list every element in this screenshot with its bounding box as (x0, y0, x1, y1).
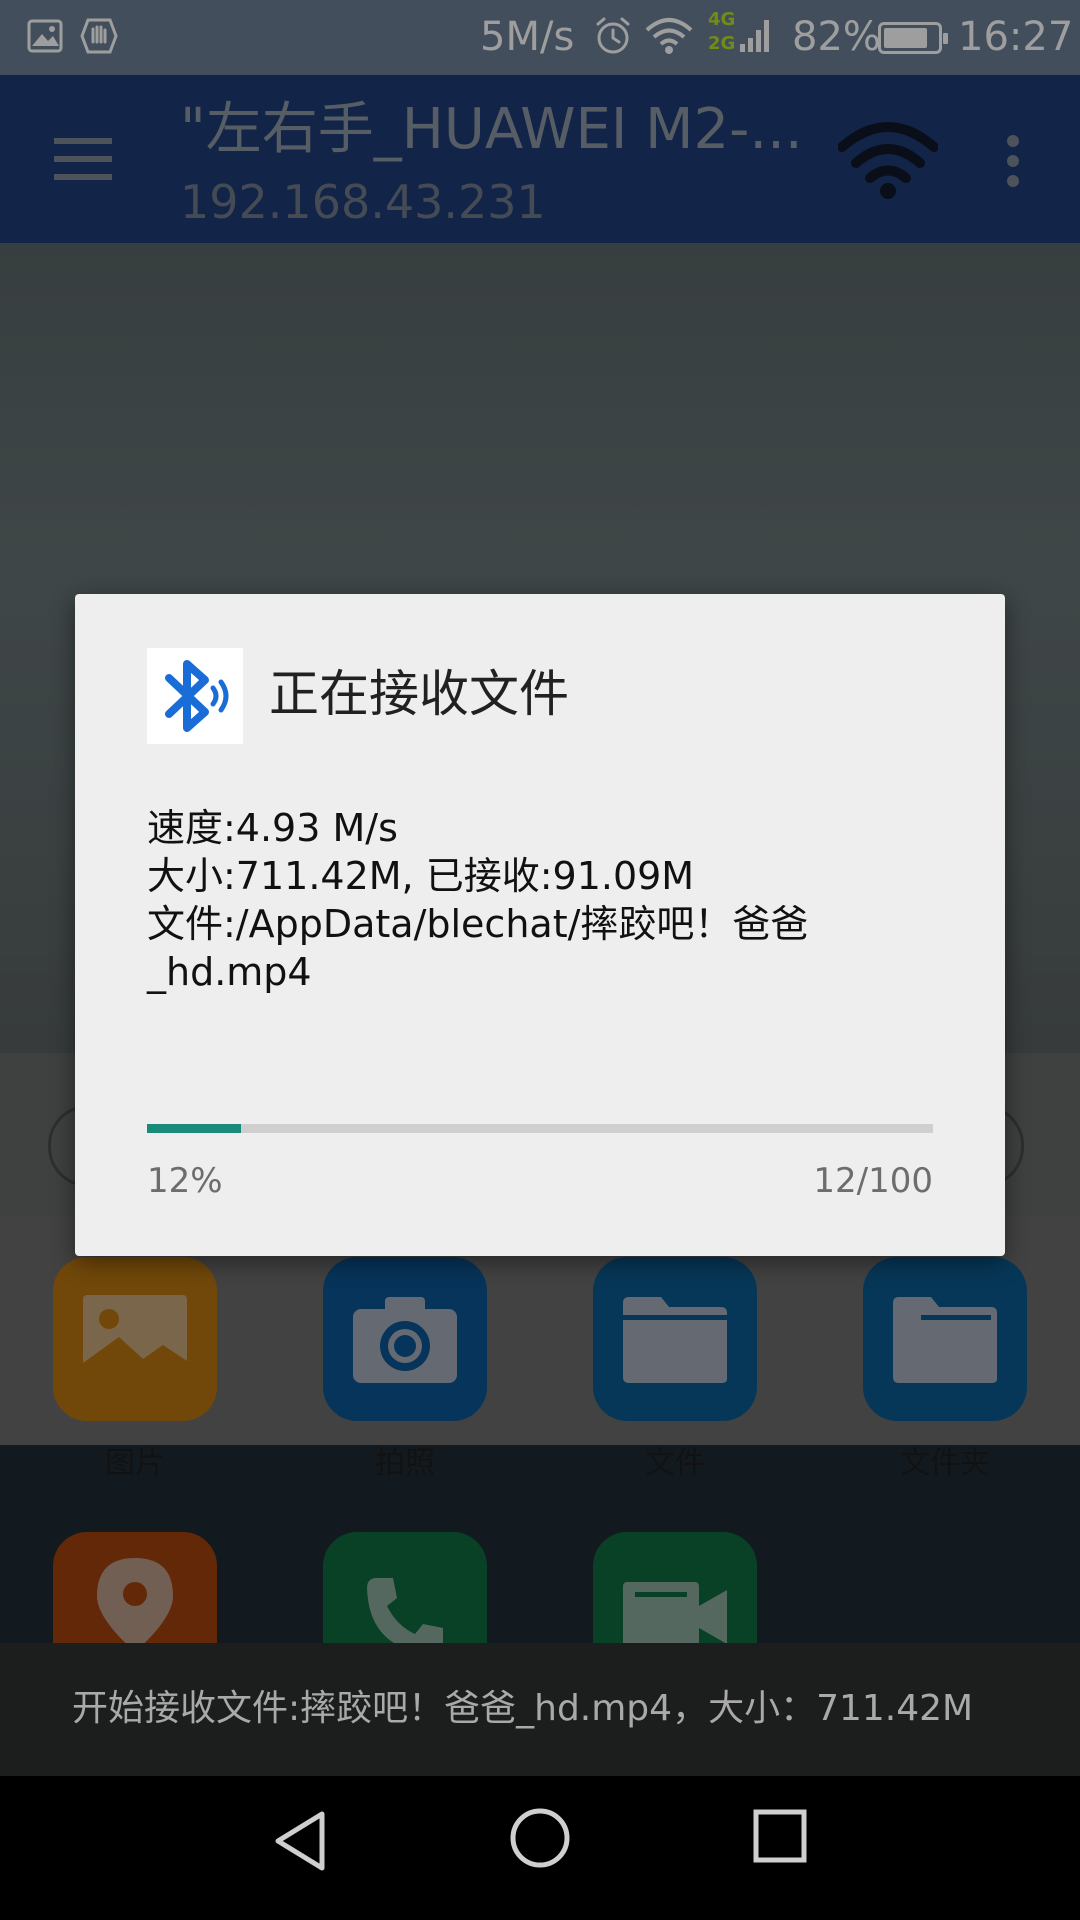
bluetooth-icon-container (147, 648, 243, 744)
navigation-bar (0, 1776, 1080, 1920)
size-text: 大小:711.42M, 已接收:91.09M (147, 854, 695, 898)
file-tile[interactable] (593, 1257, 757, 1421)
grid-label-folder: 文件夹 (900, 1446, 990, 1481)
folder-tile[interactable] (863, 1257, 1027, 1421)
dialog-title: 正在接收文件 (269, 665, 569, 723)
progress-bar (147, 1124, 933, 1133)
grid-label-image: 图片 (105, 1446, 165, 1481)
progress-fraction: 12/100 (813, 1161, 933, 1201)
battery-percent: 82% (792, 14, 881, 60)
progress-percent: 12% (147, 1161, 223, 1201)
network-speed: 5M/s (480, 14, 575, 60)
image-icon (83, 1295, 187, 1383)
device-ip: 192.168.43.231 (180, 175, 546, 229)
clock: 16:27 (958, 14, 1074, 60)
battery-icon (878, 22, 948, 54)
image-tile[interactable] (53, 1257, 217, 1421)
hand-icon (80, 18, 118, 54)
receiving-file-dialog: 正在接收文件 速度:4.93 M/s 大小:711.42M, 已接收:91.09… (75, 594, 1005, 1256)
phone-tile[interactable] (323, 1532, 487, 1643)
network-badge-4g: 4G (708, 9, 736, 30)
wifi-icon (645, 18, 693, 54)
progress-bar-fill (147, 1124, 242, 1133)
toast-text: 开始接收文件:摔跤吧！爸爸_hd.mp4，大小：711.42M (72, 1688, 974, 1729)
video-icon (623, 1582, 727, 1643)
wifi-icon[interactable] (838, 117, 938, 201)
back-icon[interactable] (270, 1808, 330, 1874)
network-badge-2g: 2G (708, 33, 736, 54)
signal-icon (740, 20, 769, 52)
folder-icon (893, 1297, 997, 1383)
toast-message: 开始接收文件:摔跤吧！爸爸_hd.mp4，大小：711.42M (0, 1643, 1080, 1776)
app-bar: "左右手_HUAWEI M2-... 192.168.43.231 (0, 75, 1080, 243)
recents-icon[interactable] (752, 1808, 808, 1864)
device-title: "左右手_HUAWEI M2-... (180, 97, 803, 162)
transfer-info: 速度:4.93 M/s 大小:711.42M, 已接收:91.09M 文件:/A… (147, 804, 947, 996)
speed-text: 速度:4.93 M/s (147, 806, 398, 850)
file-icon (623, 1297, 727, 1383)
alarm-icon (596, 17, 630, 54)
grid-label-file: 文件 (645, 1446, 705, 1481)
home-icon[interactable] (508, 1806, 572, 1870)
more-vert-icon[interactable] (1003, 133, 1023, 189)
video-tile[interactable] (593, 1532, 757, 1643)
location-tile[interactable] (53, 1532, 217, 1643)
gallery-icon (27, 19, 63, 53)
menu-icon[interactable] (52, 134, 116, 184)
bluetooth-icon (165, 660, 229, 732)
grid-label-camera: 拍照 (375, 1446, 435, 1481)
phone-icon (367, 1578, 443, 1643)
file-path-text: 文件:/AppData/blechat/摔跤吧！爸爸 _hd.mp4 (147, 902, 809, 994)
location-icon (97, 1558, 173, 1643)
status-bar: 5M/s 4G 2G 82% 16:27 (0, 0, 1080, 75)
camera-tile[interactable] (323, 1257, 487, 1421)
camera-icon (353, 1297, 457, 1383)
